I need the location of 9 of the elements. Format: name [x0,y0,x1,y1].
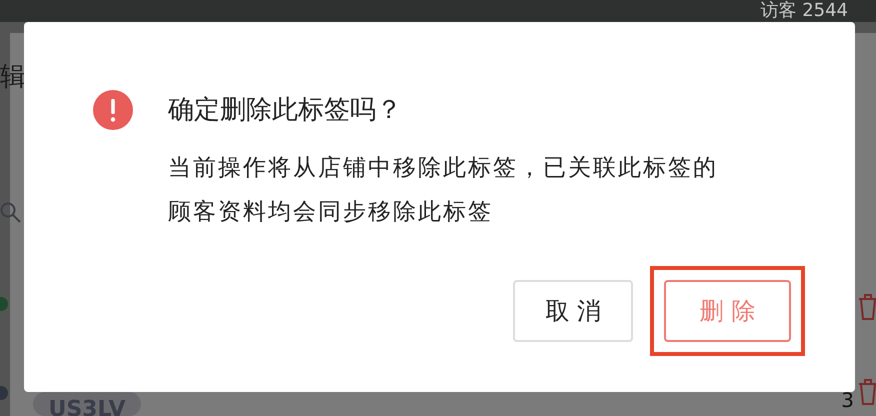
trash-icon[interactable] [856,291,876,321]
visitor-count: 访客 2544 [760,0,848,22]
dialog-title: 确定删除此标签吗？ [168,94,403,127]
warning-icon [93,90,133,130]
page-heading: 辑 [0,62,26,92]
tag-count: 3 [841,388,854,412]
trash-icon[interactable] [856,376,876,406]
dialog-message: 当前操作将从店铺中移除此标签，已关联此标签的顾客资料均会同步移除此标签 [168,154,719,227]
cancel-button[interactable]: 取 消 [513,280,633,342]
